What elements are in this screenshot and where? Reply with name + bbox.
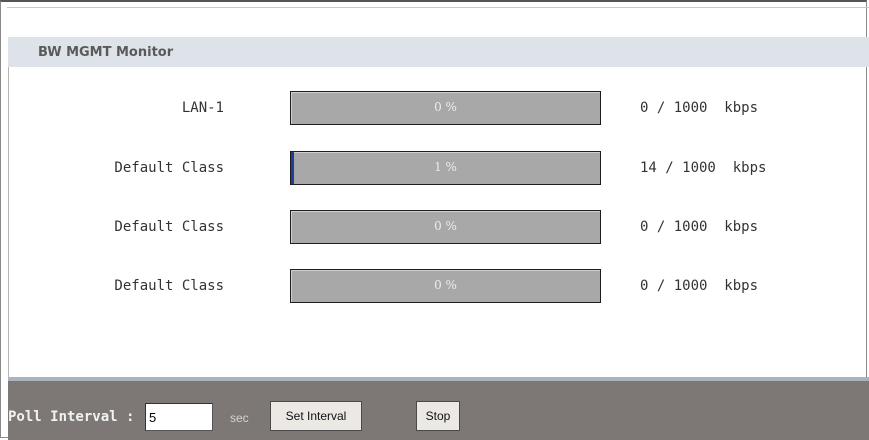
usage-bar: 1 % [290,151,601,185]
usage-percent: 0 % [434,100,457,114]
usage-bar: 0 % [290,210,601,244]
bandwidth-row: Default Class 0 % 0 / 1000 kbps [0,269,869,305]
section-title: BW MGMT Monitor [38,45,174,60]
usage-bar: 0 % [290,269,601,303]
set-interval-button[interactable]: Set Interval [270,401,362,431]
usage-percent: 0 % [434,278,457,292]
poll-interval-label: Poll Interval : [8,409,135,425]
class-label: Default Class [114,160,224,176]
rate-value: 14 / 1000 kbps [640,160,767,176]
poll-interval-unit: sec [230,411,249,425]
rate-value: 0 / 1000 kbps [640,219,759,235]
class-label: LAN-1 [181,100,224,116]
poll-interval-input[interactable] [145,403,213,431]
class-label: Default Class [114,219,224,235]
bandwidth-row: LAN-1 0 % 0 / 1000 kbps [0,91,869,127]
footer-bar: Poll Interval : sec Set Interval Stop [8,377,869,440]
usage-bar: 0 % [290,91,601,125]
section-header: BW MGMT Monitor [8,37,869,67]
stop-button[interactable]: Stop [416,401,460,431]
usage-percent: 1 % [434,160,457,174]
bandwidth-row: Default Class 1 % 14 / 1000 kbps [0,151,869,187]
rate-value: 0 / 1000 kbps [640,100,759,116]
usage-percent: 0 % [434,219,457,233]
rate-value: 0 / 1000 kbps [640,278,759,294]
top-rule [7,7,869,8]
left-rule [8,37,9,377]
class-label: Default Class [114,278,224,294]
bandwidth-row: Default Class 0 % 0 / 1000 kbps [0,210,869,246]
